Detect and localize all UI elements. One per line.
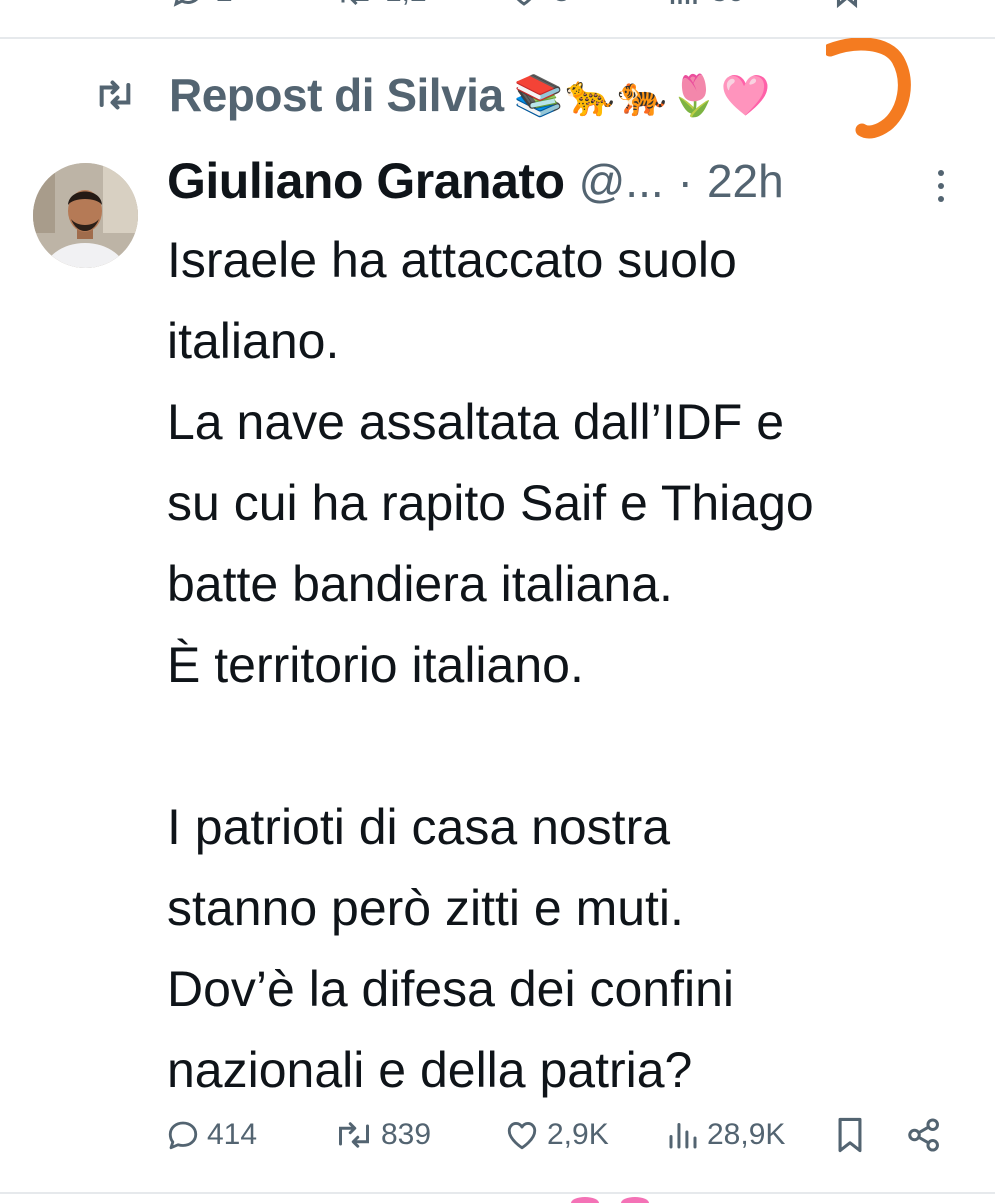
tweet-line: Israele ha attaccato suolo (167, 232, 737, 288)
tweet-line: È territorio italiano. (167, 637, 584, 693)
avatar-photo (33, 163, 138, 268)
repost-emojis: 📚 🐆 🐅 🌷 🩷 (514, 72, 771, 119)
reply-icon (168, 1121, 198, 1150)
repost-icon (339, 1122, 369, 1148)
orange-annotation-mark (826, 38, 911, 139)
avatar[interactable] (33, 163, 138, 268)
tulip-emoji: 🌷 (668, 72, 719, 119)
bookmark-icon (838, 1117, 862, 1153)
views-button[interactable]: 28,9K (665, 1110, 785, 1160)
tweet-line: su cui ha rapito Saif e Thiago (167, 475, 814, 531)
repost-context[interactable]: Repost di Silvia 📚 🐆 🐅 🌷 🩷 (95, 68, 771, 122)
like-button[interactable]: 2,9K (503, 1110, 609, 1160)
tweet-line: italiano. (167, 313, 340, 369)
previous-tweet-actions: 2 1,2 8 30 (0, 0, 995, 14)
tiger-emoji: 🐅 (617, 72, 667, 119)
tweet-line: stanno però zitti e muti. (167, 880, 684, 936)
repost-label[interactable]: Repost di Silvia (169, 68, 504, 122)
tweet-line: nazionali e della patria? (167, 1042, 693, 1098)
bookmark-icon (836, 0, 858, 9)
books-emoji: 📚 (513, 72, 564, 119)
prev-views-count: 30 (711, 0, 744, 9)
prev-like-button[interactable]: 8 (505, 0, 570, 14)
share-icon (908, 1118, 939, 1152)
next-tweet-emoji-peek (571, 1197, 649, 1203)
repost-button[interactable]: 839 (333, 1110, 431, 1160)
prev-views-button[interactable]: 30 (665, 0, 744, 14)
tweet-line: La nave assaltata dall’IDF e (167, 394, 785, 450)
views-icon (669, 1123, 697, 1149)
views-icon (670, 0, 697, 4)
tweet-timestamp[interactable]: 22h (707, 154, 784, 208)
separator-dot: · (677, 155, 693, 207)
prev-reply-count: 2 (216, 0, 233, 9)
author-handle[interactable]: @... (579, 154, 664, 208)
tweet-line: Dov’è la difesa dei confini (167, 961, 734, 1017)
tweet-line: batte bandiera italiana. (167, 556, 673, 612)
tweet-header: Giuliano Granato @... · 22h (167, 150, 957, 212)
bottom-divider (0, 1192, 995, 1194)
like-count: 2,9K (547, 1118, 609, 1151)
share-icon (920, 0, 956, 10)
paragraph-break (167, 706, 967, 787)
reply-count: 414 (207, 1118, 258, 1151)
pink-heart-emoji: 🩷 (720, 72, 771, 119)
tweet-line: I patrioti di casa nostra (167, 799, 671, 855)
repost-icon (99, 80, 131, 110)
prev-repost-count: 1,2 (385, 0, 427, 9)
author-name[interactable]: Giuliano Granato (167, 152, 565, 210)
heart-icon (507, 1122, 537, 1150)
share-button[interactable] (905, 1110, 943, 1160)
prev-reply-button[interactable]: 2 (170, 0, 233, 14)
prev-repost-button[interactable]: 1,2 (335, 0, 427, 14)
like-icon (516, 0, 532, 6)
tweet-actions: 414 839 2,9K 28,9K (165, 1110, 965, 1160)
leopard-emoji: 🐆 (565, 72, 616, 119)
repost-count: 839 (381, 1118, 432, 1151)
repost-icon (341, 0, 369, 6)
prev-like-count: 8 (553, 0, 570, 9)
tweet-text: Israele ha attaccato suolo italiano. La … (167, 220, 967, 1111)
prev-share-button[interactable] (920, 0, 956, 14)
prev-bookmark-button[interactable] (830, 0, 864, 14)
bookmark-button[interactable] (833, 1110, 867, 1160)
reply-button[interactable]: 414 (165, 1110, 257, 1160)
reply-icon (173, 0, 198, 7)
views-count: 28,9K (707, 1118, 786, 1151)
more-options-icon[interactable] (930, 166, 952, 206)
